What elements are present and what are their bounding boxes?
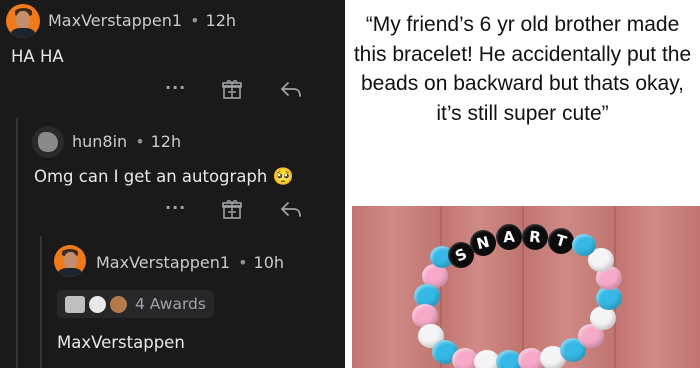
username[interactable]: hun8in — [72, 132, 127, 151]
separator-dot: • — [238, 253, 248, 272]
more-options-icon[interactable]: ··· — [165, 78, 186, 97]
award-icon — [65, 295, 85, 313]
meme-canvas: MaxVerstappen1 • 12h HA HA ··· hun8in • 12h … — [0, 0, 700, 368]
awards-badge[interactable]: 4 Awards — [57, 290, 214, 318]
pleading-face-emoji: 🥺 — [272, 167, 294, 187]
quote-text: “My friend’s 6 yr old brother made this … — [353, 13, 692, 125]
gift-award-icon[interactable] — [221, 78, 243, 100]
quote-caption: “My friend’s 6 yr old brother made this … — [345, 0, 700, 206]
username[interactable]: MaxVerstappen1 — [48, 11, 182, 30]
username[interactable]: MaxVerstappen1 — [96, 253, 230, 272]
comment-age: 12h — [205, 11, 237, 30]
reply-icon[interactable] — [280, 80, 302, 98]
avatar[interactable] — [32, 126, 64, 158]
comment-body: Omg can I get an autograph 🥺 — [34, 167, 294, 187]
comment-author[interactable]: MaxVerstappen1 • 10h — [96, 253, 284, 272]
avatar[interactable] — [54, 245, 86, 277]
award-icon — [110, 295, 127, 313]
comment-author[interactable]: hun8in • 12h — [72, 132, 181, 151]
gift-award-icon[interactable] — [221, 198, 243, 220]
awards-count: 4 Awards — [135, 295, 206, 313]
comment-body: HA HA — [11, 47, 64, 66]
bracelet-photo: S N A R T — [352, 206, 700, 368]
comment-age: 10h — [253, 253, 285, 272]
comment-age: 12h — [150, 132, 182, 151]
comment-body: MaxVerstappen — [57, 333, 185, 352]
separator-dot: • — [190, 11, 200, 30]
comment-author[interactable]: MaxVerstappen1 • 12h — [48, 11, 236, 30]
comment-text: Omg can I get an autograph — [34, 167, 268, 186]
avatar[interactable] — [6, 4, 40, 38]
award-icon — [89, 295, 106, 313]
thread-line[interactable] — [16, 118, 18, 368]
reply-icon[interactable] — [280, 200, 302, 218]
thread-line[interactable] — [40, 236, 42, 368]
more-options-icon[interactable]: ··· — [165, 198, 186, 217]
separator-dot: • — [135, 132, 145, 151]
comment-thread: MaxVerstappen1 • 12h HA HA ··· hun8in • 12h … — [0, 0, 345, 368]
